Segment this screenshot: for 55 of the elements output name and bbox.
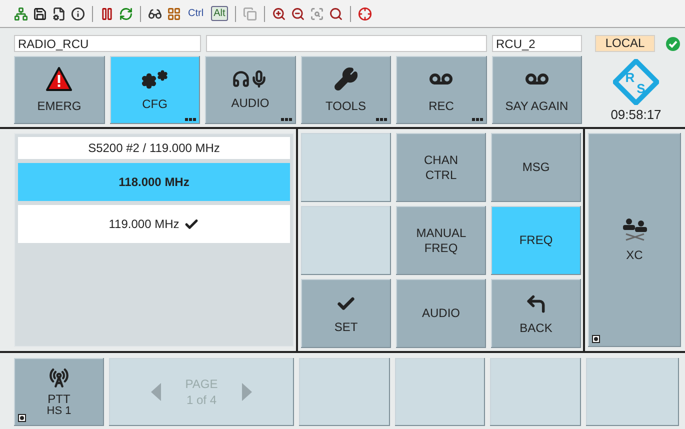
glasses-icon[interactable] <box>148 6 162 20</box>
name-field[interactable]: RADIO_RCU <box>14 35 201 52</box>
search-icon[interactable] <box>329 6 344 20</box>
grid-button[interactable]: MSG <box>491 133 581 202</box>
info-icon[interactable] <box>71 6 85 20</box>
copy-icon[interactable] <box>243 6 258 20</box>
zoom-fit-icon[interactable] <box>310 6 324 20</box>
crossconnect-button[interactable]: XC <box>588 133 681 347</box>
empty-button[interactable] <box>490 358 580 426</box>
crossconnect-icon <box>620 218 648 242</box>
back-button[interactable]: BACK <box>491 279 581 348</box>
function-button[interactable]: CFG <box>110 56 200 124</box>
function-button[interactable]: TOOLS <box>300 56 391 124</box>
refresh-icon[interactable] <box>119 6 133 20</box>
grid-button[interactable]: CHAN CTRL <box>396 133 486 202</box>
logo: R S <box>613 59 659 105</box>
save-icon[interactable] <box>33 6 47 20</box>
frequency-label: 118.000 MHz <box>118 175 190 189</box>
frequency-item[interactable]: 118.000 MHz <box>18 163 290 201</box>
function-button[interactable]: AUDIO <box>205 56 296 124</box>
grid-button[interactable]: FREQ <box>491 206 581 275</box>
crosshair-icon[interactable] <box>358 6 372 20</box>
empty-button[interactable] <box>299 358 390 426</box>
warning-icon <box>46 67 72 91</box>
modifier-key[interactable]: Alt <box>210 6 228 21</box>
zoom-out-icon[interactable] <box>291 6 306 20</box>
grid-button[interactable]: MANUAL FREQ <box>396 206 486 275</box>
network-icon[interactable] <box>14 6 28 20</box>
page-indicator: PAGE 1 of 4 <box>185 376 218 408</box>
properties-icon[interactable] <box>52 6 66 20</box>
ptt-button[interactable]: PTT HS 1 <box>14 358 104 426</box>
clock: 09:58:17 <box>610 107 662 122</box>
headset-microphone-icon <box>232 70 268 88</box>
frequency-item[interactable]: 119.000 MHz <box>18 205 290 243</box>
antenna-icon <box>49 368 69 388</box>
function-button[interactable]: REC <box>396 56 486 124</box>
mode-badge: LOCAL <box>595 35 655 52</box>
function-button[interactable]: EMERG <box>14 56 104 124</box>
empty-button[interactable] <box>394 358 485 426</box>
empty-button[interactable] <box>301 206 391 275</box>
gears-icon <box>141 70 168 88</box>
grid-button[interactable]: AUDIO <box>396 279 486 348</box>
empty-button[interactable] <box>301 133 391 202</box>
channel-title: S5200 #2 / 119.000 MHz <box>18 137 290 159</box>
pause-icon[interactable] <box>100 6 114 20</box>
function-button[interactable]: SAY AGAIN <box>492 56 582 124</box>
zoom-in-icon[interactable] <box>272 6 286 20</box>
unit-field[interactable]: RCU_2 <box>492 35 582 52</box>
grid-icon[interactable] <box>167 6 181 20</box>
text-field[interactable] <box>206 35 487 52</box>
back-icon <box>525 292 547 314</box>
frequency-label: 119.000 MHz <box>108 217 180 231</box>
wrench-icon <box>334 67 358 91</box>
set-button[interactable]: SET <box>301 279 391 348</box>
modifier-key[interactable]: Ctrl <box>186 7 206 20</box>
